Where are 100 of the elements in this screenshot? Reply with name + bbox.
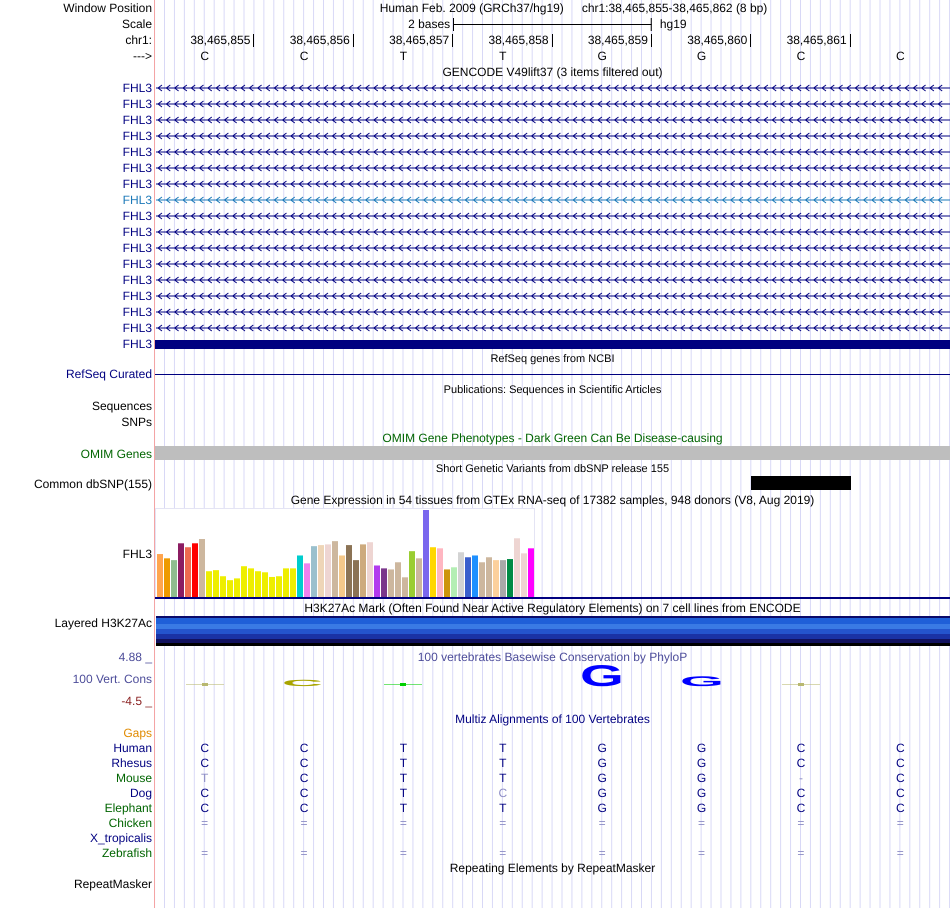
expression-bar[interactable]	[479, 562, 485, 597]
gene-label[interactable]: FHL3	[122, 257, 152, 271]
expression-bar[interactable]	[514, 538, 520, 597]
expression-bar[interactable]	[171, 560, 177, 597]
gene-label[interactable]: FHL3	[122, 241, 152, 255]
expression-bar[interactable]	[283, 568, 289, 597]
gene-label[interactable]: FHL3	[122, 209, 152, 223]
gene-label[interactable]: FHL3	[122, 81, 152, 95]
gene-label[interactable]: FHL3	[122, 129, 152, 143]
species-label[interactable]: Rhesus	[111, 756, 152, 770]
variant-bar[interactable]	[751, 476, 851, 490]
expression-bar[interactable]	[248, 568, 254, 597]
gene-label[interactable]: FHL3	[122, 177, 152, 191]
aligned-base: =	[896, 816, 905, 830]
expression-bar[interactable]	[199, 539, 205, 597]
expression-bar[interactable]	[416, 558, 422, 597]
expression-bar[interactable]	[227, 580, 233, 597]
gene-label[interactable]: FHL3	[122, 225, 152, 239]
species-label[interactable]: Dog	[130, 786, 152, 800]
track-title: Publications: Sequences in Scientific Articles	[444, 383, 662, 397]
expression-bar[interactable]	[185, 547, 191, 597]
expression-bar[interactable]	[437, 548, 443, 597]
expression-bar[interactable]	[374, 566, 380, 597]
track-title: OMIM Gene Phenotypes - Dark Green Can Be Disease-causing	[382, 431, 723, 445]
base-letter: C	[298, 49, 310, 63]
gene-label[interactable]: FHL3	[122, 305, 152, 319]
expression-bar[interactable]	[262, 572, 268, 597]
gene-label[interactable]: FHL3	[122, 289, 152, 303]
gene-label[interactable]: FHL3	[122, 97, 152, 111]
track-label[interactable]: 100 Vert. Cons	[72, 672, 152, 686]
expression-bar[interactable]	[381, 568, 387, 597]
expression-bar[interactable]	[311, 546, 317, 597]
expression-bar[interactable]	[472, 555, 478, 597]
track-label[interactable]: Sequences	[92, 399, 152, 413]
expression-bar[interactable]	[206, 571, 212, 597]
track-label[interactable]: SNPs	[121, 415, 152, 429]
expression-bar[interactable]	[339, 555, 345, 597]
expression-bar[interactable]	[332, 541, 338, 597]
expression-bar[interactable]	[269, 576, 275, 597]
gene-label[interactable]: FHL3	[122, 113, 152, 127]
species-label[interactable]: Human	[113, 740, 152, 754]
expression-bar[interactable]	[164, 558, 170, 597]
expression-bar[interactable]	[402, 577, 408, 597]
gene-label[interactable]: FHL3	[122, 337, 152, 351]
exon-bar[interactable]	[155, 340, 950, 348]
expression-bar[interactable]	[304, 563, 310, 597]
expression-bar[interactable]	[500, 560, 506, 597]
expression-bar[interactable]	[507, 559, 513, 597]
expression-bar[interactable]	[346, 545, 352, 597]
expression-bar[interactable]	[276, 576, 282, 597]
aligned-base: G	[596, 800, 608, 814]
species-label[interactable]: X_tropicalis	[90, 830, 152, 844]
track-label[interactable]: Common dbSNP(155)	[34, 477, 152, 491]
track-label[interactable]: FHL3	[122, 547, 152, 561]
expression-bar[interactable]	[255, 571, 261, 597]
position-label: 38,465,858	[488, 33, 548, 47]
track-label[interactable]: OMIM Genes	[80, 447, 152, 461]
aligned-base: =	[398, 846, 408, 860]
species-label[interactable]: Elephant	[104, 800, 152, 814]
expression-bar[interactable]	[444, 569, 450, 597]
gene-label[interactable]: FHL3	[122, 321, 152, 335]
expression-bar[interactable]	[430, 547, 436, 597]
expression-bar[interactable]	[465, 557, 471, 597]
gene-label[interactable]: FHL3	[122, 161, 152, 175]
species-label[interactable]: Mouse	[116, 770, 152, 784]
aligned-base: G	[696, 786, 708, 800]
species-label[interactable]: Zebrafish	[102, 846, 152, 860]
track-label[interactable]: RefSeq Curated	[66, 367, 152, 381]
expression-bar[interactable]	[220, 576, 226, 597]
expression-bar[interactable]	[192, 543, 198, 597]
expression-bar[interactable]	[493, 560, 499, 597]
gene-label[interactable]: FHL3	[122, 193, 152, 207]
expression-bar[interactable]	[451, 567, 457, 597]
expression-bar[interactable]	[458, 552, 464, 597]
phenotype-bar[interactable]	[155, 446, 950, 460]
gene-label[interactable]: FHL3	[122, 273, 152, 287]
expression-bar[interactable]	[318, 545, 324, 597]
track-label[interactable]: RepeatMasker	[74, 877, 152, 891]
expression-bar[interactable]	[157, 554, 163, 597]
expression-bar[interactable]	[213, 570, 219, 597]
expression-bar[interactable]	[409, 551, 415, 597]
expression-bar[interactable]	[290, 568, 296, 597]
expression-bar[interactable]	[360, 544, 366, 597]
expression-bar[interactable]	[367, 542, 373, 597]
species-label[interactable]: Chicken	[108, 816, 152, 830]
expression-bar[interactable]	[395, 562, 401, 597]
gene-label[interactable]: FHL3	[122, 145, 152, 159]
expression-bar[interactable]	[486, 557, 492, 597]
expression-bar[interactable]	[241, 566, 247, 597]
expression-bar[interactable]	[521, 553, 527, 597]
expression-bar[interactable]	[353, 560, 359, 597]
track-label[interactable]: Layered H3K27Ac	[54, 616, 152, 630]
expression-bar[interactable]	[388, 569, 394, 597]
aligned-base: =	[300, 816, 309, 830]
expression-bar[interactable]	[297, 555, 303, 597]
expression-bar[interactable]	[528, 548, 534, 597]
expression-bar[interactable]	[423, 510, 429, 597]
expression-bar[interactable]	[178, 543, 184, 597]
expression-bar[interactable]	[234, 578, 240, 597]
expression-bar[interactable]	[325, 544, 331, 597]
